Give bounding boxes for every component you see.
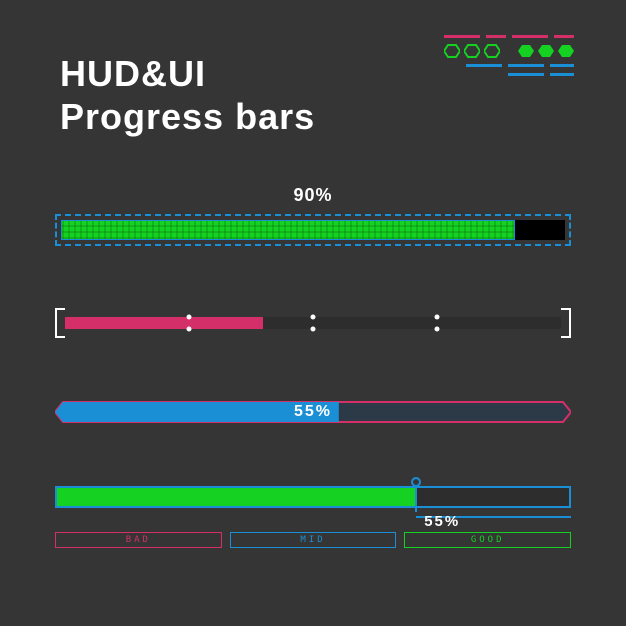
decoration-group — [444, 35, 574, 76]
pink-dash-icon — [486, 35, 506, 38]
blue-dash-icon — [466, 64, 502, 67]
progress-fill — [57, 488, 415, 506]
bracket-right-icon — [561, 308, 571, 338]
progress-bar-angled: 55% — [55, 400, 571, 424]
page-title: HUD&UI Progress bars — [60, 52, 315, 138]
scale-mid: MID — [230, 532, 397, 548]
pink-dash-icon — [444, 35, 480, 38]
progress-track[interactable] — [55, 486, 571, 508]
deco-blue-row — [508, 73, 574, 76]
scale-good: GOOD — [404, 532, 571, 548]
hexagon-icon — [558, 44, 574, 58]
deco-pink-row — [444, 35, 574, 38]
hexagon-icon — [464, 44, 480, 58]
rating-scale: BAD MID GOOD — [55, 532, 571, 548]
progress-fill — [65, 317, 263, 329]
progress-track[interactable] — [65, 317, 561, 329]
title-line-1: HUD&UI — [60, 52, 315, 95]
progress-bar-bracket — [55, 308, 571, 338]
progress-value-label: 55% — [424, 510, 460, 530]
deco-hex-row — [444, 44, 574, 58]
progress-fill — [61, 220, 515, 240]
progress-value-label: 55% — [294, 403, 332, 421]
blue-dash-icon — [508, 64, 544, 67]
hexagon-icon — [444, 44, 460, 58]
title-line-2: Progress bars — [60, 95, 315, 138]
hexagon-icon — [518, 44, 534, 58]
blue-dash-icon — [508, 73, 544, 76]
scale-bad: BAD — [55, 532, 222, 548]
hexagon-icon — [538, 44, 554, 58]
hexagon-icon — [484, 44, 500, 58]
bracket-left-icon — [55, 308, 65, 338]
blue-dash-icon — [550, 64, 574, 67]
pink-dash-icon — [554, 35, 574, 38]
progress-marker-circle-icon — [411, 477, 421, 487]
blue-dash-icon — [550, 73, 574, 76]
deco-blue-row — [466, 64, 574, 67]
progress-bar-dashed: 90% — [55, 185, 571, 246]
progress-track[interactable] — [55, 214, 571, 246]
progress-value-label: 90% — [293, 185, 332, 206]
pink-dash-icon — [512, 35, 548, 38]
progress-bar-rated: 55% BAD MID GOOD — [55, 486, 571, 556]
